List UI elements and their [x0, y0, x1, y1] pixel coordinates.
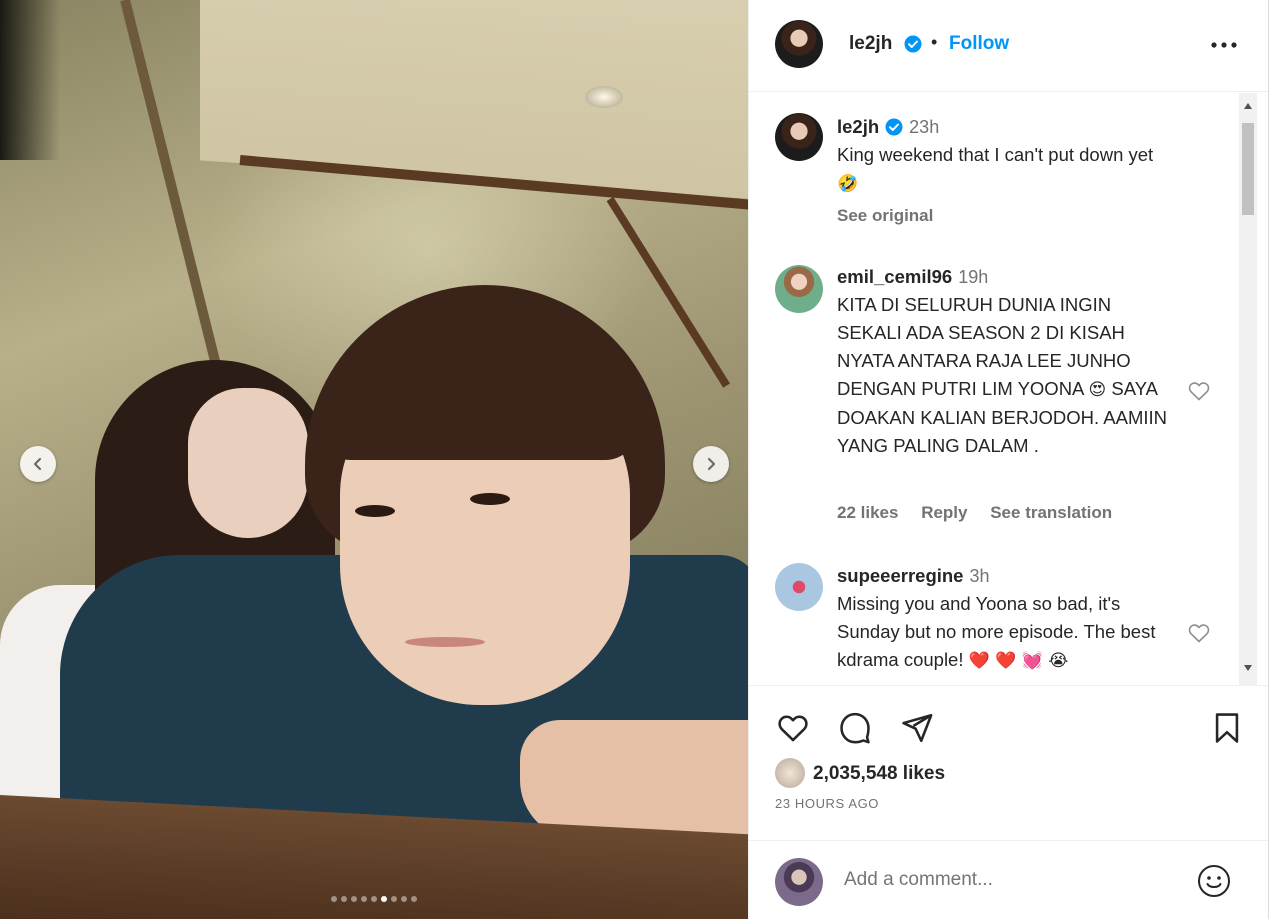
follow-button[interactable]: Follow — [949, 33, 1009, 55]
comments-list[interactable]: le2jh 23h King weekend that I can't put d… — [749, 93, 1269, 686]
likes-count[interactable]: 2,035,548 likes — [813, 763, 945, 785]
caption-meta: See original — [837, 206, 951, 226]
post-details-panel: le2jh • Follow le2jh 23h King weekend tha… — [748, 0, 1269, 919]
verified-badge-icon — [904, 35, 922, 53]
comments-scrollbar[interactable] — [1239, 93, 1257, 686]
carousel-dot — [371, 896, 377, 902]
photo-shadow — [0, 0, 60, 160]
verified-badge-icon — [885, 118, 903, 136]
chevron-right-icon — [707, 457, 716, 471]
avatar[interactable] — [775, 20, 823, 68]
comment-username[interactable]: le2jh — [837, 116, 879, 137]
photo-person — [405, 637, 485, 647]
photo-person — [355, 505, 395, 517]
see-original-link[interactable]: See original — [837, 206, 933, 225]
comment: supeeerregine 3h Missing you and Yoona so… — [837, 562, 1177, 675]
emoji-picker-icon[interactable] — [1196, 863, 1232, 899]
share-button[interactable] — [897, 708, 937, 748]
carousel-dot — [381, 896, 387, 902]
hearts-emoji-icon: ❤️ ❤️ 💓 😭 — [968, 651, 1069, 671]
scroll-up-arrow-icon[interactable] — [1243, 101, 1253, 111]
carousel-dot — [351, 896, 357, 902]
post-timestamp: 23 HOURS AGO — [775, 796, 880, 811]
like-comment-heart-icon[interactable] — [1187, 621, 1211, 645]
comment-time: 23h — [909, 117, 940, 137]
rofl-emoji-icon: 🤣 — [837, 174, 859, 194]
comment-time: 19h — [958, 267, 989, 287]
like-comment-heart-icon[interactable] — [1187, 379, 1211, 403]
avatar — [775, 858, 823, 906]
avatar — [775, 758, 805, 788]
caption: le2jh 23h King weekend that I can't put d… — [837, 113, 1227, 198]
more-options-button[interactable] — [1209, 30, 1239, 60]
comment-likes[interactable]: 22 likes — [837, 503, 898, 522]
carousel-dot — [391, 896, 397, 902]
save-button[interactable] — [1207, 708, 1247, 748]
photo-person — [470, 493, 510, 505]
comment-username[interactable]: supeeerregine — [837, 565, 963, 586]
caption-text: King weekend that I can't put down yet — [837, 144, 1154, 165]
heart-icon — [778, 715, 808, 742]
post-media[interactable] — [0, 0, 748, 919]
scroll-down-arrow-icon[interactable] — [1243, 663, 1253, 673]
comment-input[interactable] — [844, 869, 1174, 891]
next-image-button[interactable] — [693, 446, 729, 482]
carousel-dot — [331, 896, 337, 902]
comment-time: 3h — [969, 566, 990, 586]
more-options-icon — [1211, 42, 1237, 48]
carousel-dot — [341, 896, 347, 902]
carousel-dot — [361, 896, 367, 902]
bookmark-icon — [1215, 713, 1239, 743]
photo-person — [520, 720, 748, 840]
post-actions — [749, 700, 1269, 756]
carousel-dot — [401, 896, 407, 902]
comment-button[interactable] — [835, 708, 875, 748]
avatar[interactable] — [775, 265, 823, 313]
comment-meta: 22 likes Reply See translation — [837, 503, 1130, 523]
post-header: le2jh • Follow — [749, 0, 1269, 92]
photo-person — [188, 388, 308, 538]
photo-person — [318, 340, 638, 460]
reply-button[interactable]: Reply — [921, 503, 967, 522]
heart-eyes-emoji-icon: 😍 — [1088, 380, 1107, 400]
comment: emil_cemil96 19h KITA DI SELURUH DUNIA IN… — [837, 263, 1177, 460]
add-comment-bar — [749, 840, 1269, 919]
photo-ceiling-lamp — [585, 86, 623, 108]
previous-image-button[interactable] — [20, 446, 56, 482]
carousel-dot — [411, 896, 417, 902]
avatar[interactable] — [775, 563, 823, 611]
paper-plane-icon — [902, 713, 933, 743]
comment-username[interactable]: emil_cemil96 — [837, 266, 952, 287]
avatar[interactable] — [775, 113, 823, 161]
separator-dot: • — [931, 32, 938, 52]
comment-bubble-icon — [840, 712, 870, 744]
scrollbar-thumb[interactable] — [1242, 123, 1254, 215]
window-edge — [1268, 0, 1280, 919]
like-button[interactable] — [773, 708, 813, 748]
see-translation-link[interactable]: See translation — [990, 503, 1112, 522]
chevron-left-icon — [33, 457, 42, 471]
comment-text: KITA DI SELURUH DUNIA INGIN SEKALI ADA S… — [837, 294, 1131, 399]
carousel-indicator — [0, 896, 748, 902]
username[interactable]: le2jh — [849, 33, 892, 55]
